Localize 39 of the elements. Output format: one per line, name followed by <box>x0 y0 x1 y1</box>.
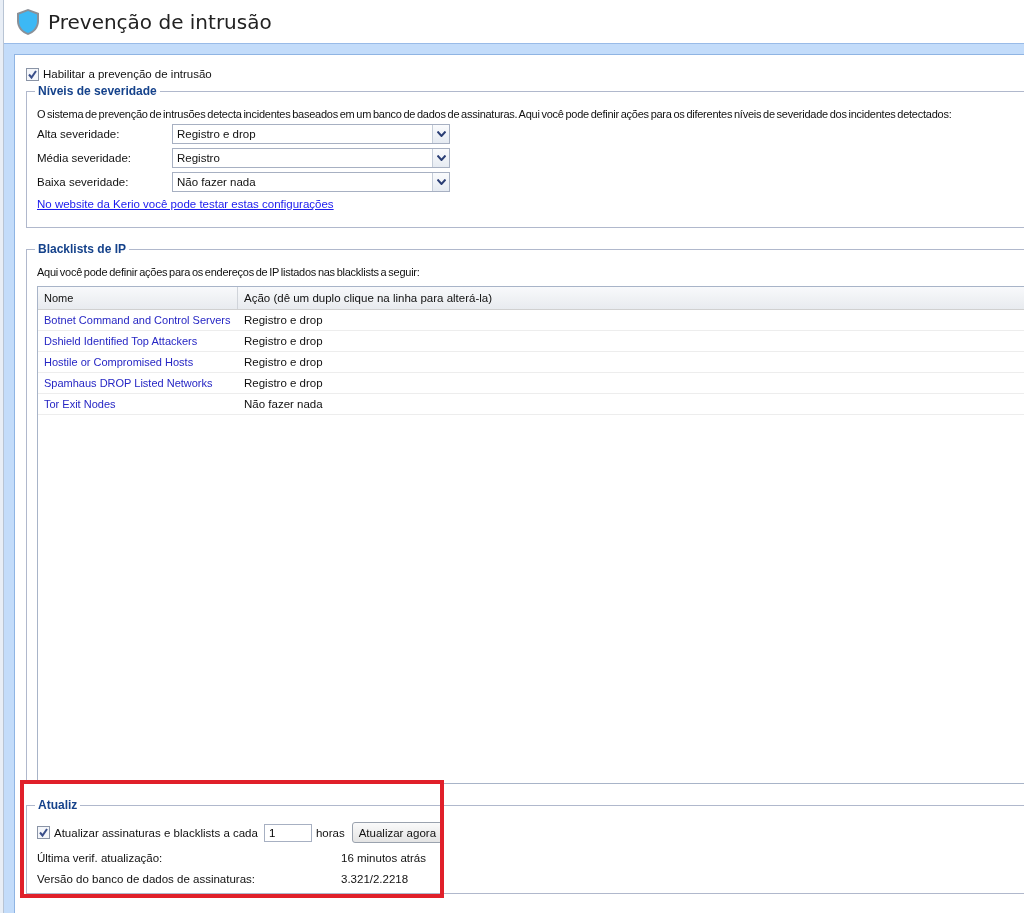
table-cell-text: Registro e drop <box>243 335 323 347</box>
section-description: O sistema de prevenção de intrusões detecta incidentes baseados em um banco de dados de assinaturas. Aqui você pode definir ações para os diferentes níveis de severidade dos incidentes detectados: <box>37 108 953 120</box>
table-cell-text: Botnet Command and Control Servers <box>43 314 232 326</box>
severity-dropdown[interactable]: Registro <box>172 148 450 168</box>
column-header[interactable]: Ação (dê um duplo clique na linha para alterá-la) <box>238 287 493 309</box>
unit-label: horas <box>315 826 345 839</box>
caret-icon <box>436 131 446 137</box>
section-legend: Níveis de severidade <box>35 84 160 98</box>
field-label: Média severidade: <box>37 152 132 164</box>
table-cell-text: Hostile or Compromised Hosts <box>43 356 195 368</box>
section-description: Aqui você pode definir ações para os endereços de IP listados nas blacklists a seguir: <box>37 266 421 278</box>
table-cell-text: Tor Exit Nodes <box>43 398 117 410</box>
info-label: Última verif. atualização: <box>37 852 164 864</box>
severity-dropdown[interactable]: Não fazer nada <box>172 172 450 192</box>
test-settings-link[interactable]: No website da Kerio você pode testar estas configurações <box>37 198 334 210</box>
enable-checkbox[interactable] <box>26 67 39 81</box>
table-cell-text: Não fazer nada <box>243 398 323 410</box>
info-value: 16 minutos atrás <box>341 852 426 864</box>
caret-icon <box>436 179 446 185</box>
auto-update-checkbox[interactable] <box>37 826 50 839</box>
checkbox-label: Atualizar assinaturas e blacklists a cada <box>54 826 258 839</box>
table-cell-text: Dshield Identified Top Attackers <box>43 335 199 347</box>
info-label: Versão do banco de dados de assinaturas: <box>37 873 257 885</box>
shield-icon <box>16 7 40 36</box>
column-header[interactable]: Nome <box>38 287 238 309</box>
field-label: Alta severidade: <box>37 128 121 140</box>
table-cell-text: Spamhaus DROP Listed Networks <box>43 377 214 389</box>
field-label: Baixa severidade: <box>37 176 130 188</box>
interval-field[interactable]: 1 <box>263 823 312 842</box>
section-legend: Atualiz <box>35 798 81 812</box>
table-cell-text: Registro e drop <box>243 356 323 368</box>
page-title: Prevenção de intrusão <box>48 9 272 34</box>
severity-dropdown[interactable]: Registro e drop <box>172 124 450 144</box>
section-legend: Blacklists de IP <box>35 242 130 256</box>
info-value: 3.321/2.2218 <box>341 873 409 885</box>
table-cell-text: Registro e drop <box>243 314 323 326</box>
checkbox-label: Habilitar a prevenção de intrusão <box>43 68 212 80</box>
caret-icon <box>436 155 446 161</box>
table-cell-text: Registro e drop <box>243 377 323 389</box>
